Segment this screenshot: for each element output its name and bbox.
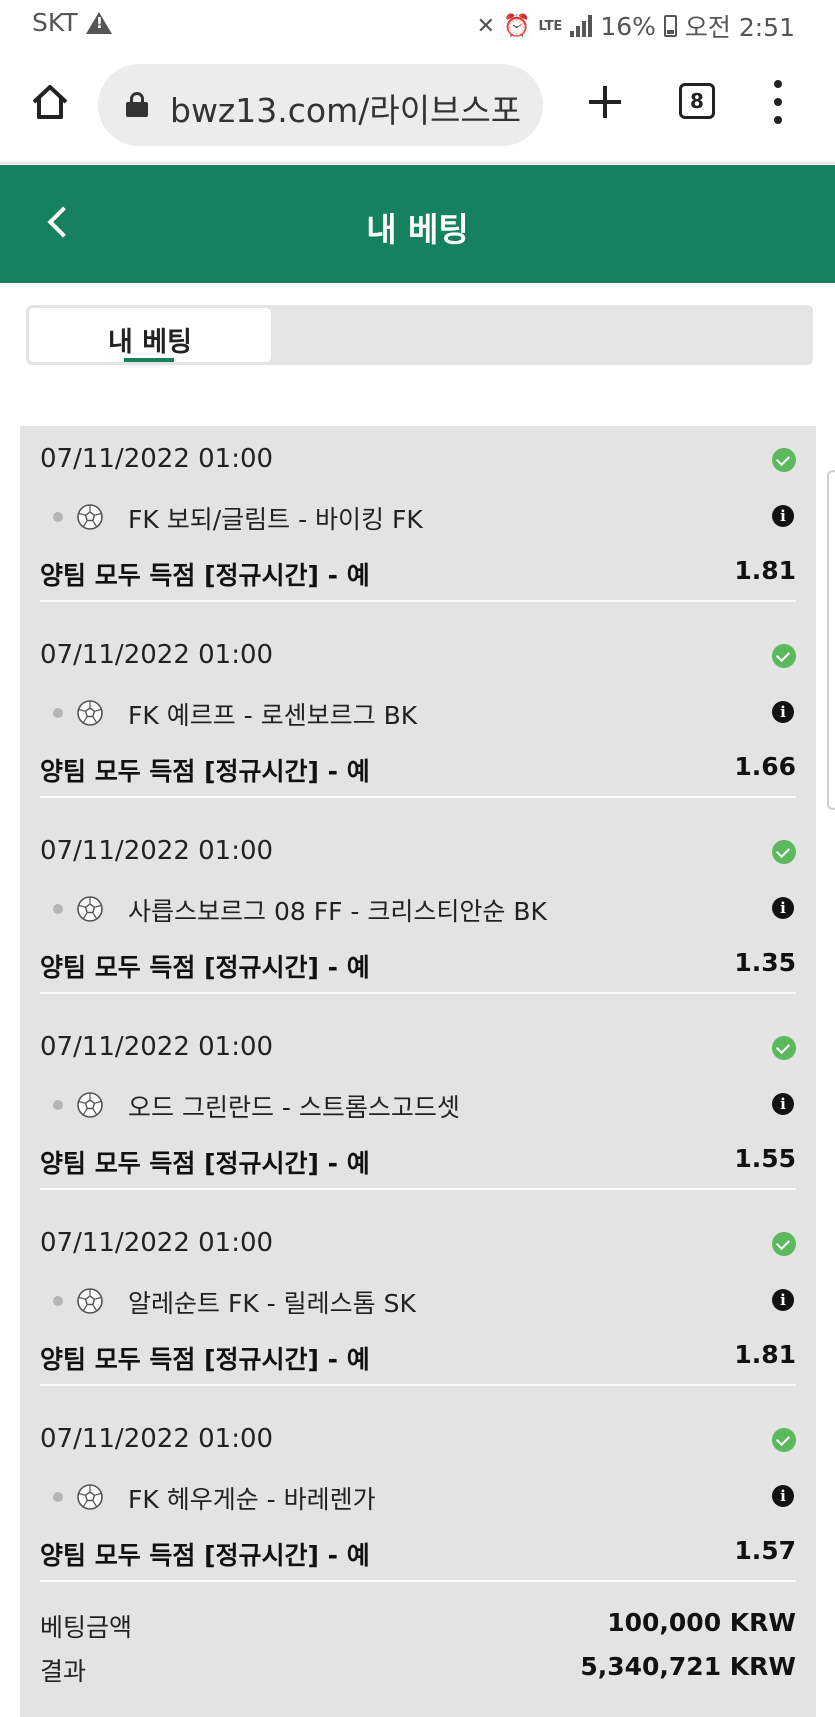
bet-odds: 1.66 bbox=[734, 752, 796, 781]
status-dot-icon bbox=[53, 904, 63, 914]
bet-odds: 1.81 bbox=[734, 556, 796, 585]
bet-market: 양팀 모두 득점 [정규시간] - 예 bbox=[40, 1149, 370, 1178]
tab-switcher-button[interactable]: 8 bbox=[679, 83, 715, 119]
check-icon bbox=[772, 448, 796, 472]
info-icon[interactable]: i bbox=[772, 1093, 794, 1115]
url-bar[interactable]: bwz13.com/라이브스포 bbox=[98, 64, 543, 146]
lte-label: LTE bbox=[538, 18, 563, 34]
bet-odds: 1.81 bbox=[734, 1340, 796, 1369]
mute-vibrate-icon: ✕ bbox=[476, 13, 496, 39]
bet-match: 사릅스보르그 08 FF - 크리스티안순 BK bbox=[128, 897, 547, 926]
bet-market: 양팀 모두 득점 [정규시간] - 예 bbox=[40, 561, 370, 590]
stake-row: 베팅금액 100,000 KRW bbox=[20, 1608, 816, 1648]
more-menu-button[interactable] bbox=[768, 80, 788, 124]
divider bbox=[40, 1384, 796, 1386]
bet-item: 07/11/2022 01:00 알레순트 FK - 릴레스톰 SK i 양팀 … bbox=[20, 1210, 816, 1406]
info-icon[interactable]: i bbox=[772, 505, 794, 527]
bet-item: 07/11/2022 01:00 FK 헤우게순 - 바레렌가 i 양팀 모두 … bbox=[20, 1406, 816, 1602]
stake-value: 100,000 KRW bbox=[607, 1608, 796, 1637]
info-icon[interactable]: i bbox=[772, 1289, 794, 1311]
stake-label: 베팅금액 bbox=[40, 1613, 133, 1642]
lock-icon bbox=[126, 92, 148, 117]
bet-item: 07/11/2022 01:00 FK 보되/글림트 - 바이킹 FK i 양팀… bbox=[20, 426, 816, 622]
tab-label: 내 베팅 bbox=[108, 327, 192, 358]
page-title: 내 베팅 bbox=[366, 210, 469, 249]
browser-toolbar: bwz13.com/라이브스포 8 bbox=[0, 52, 835, 164]
info-icon[interactable]: i bbox=[772, 897, 794, 919]
bet-item: 07/11/2022 01:00 오드 그린란드 - 스트롬스고드셋 i 양팀 … bbox=[20, 1014, 816, 1210]
soccer-ball-icon bbox=[77, 700, 103, 726]
home-button[interactable] bbox=[30, 82, 70, 122]
divider bbox=[40, 796, 796, 798]
check-icon bbox=[772, 1036, 796, 1060]
divider bbox=[40, 1580, 796, 1582]
tab-active-indicator bbox=[124, 358, 174, 362]
bet-match: FK 보되/글림트 - 바이킹 FK bbox=[128, 505, 423, 534]
status-indicators: ✕ ⏰ LTE 16% 오전 2:51 bbox=[477, 8, 795, 44]
alarm-icon: ⏰ bbox=[503, 13, 531, 39]
bet-item: 07/11/2022 01:00 사릅스보르그 08 FF - 크리스티안순 B… bbox=[20, 818, 816, 1014]
info-icon[interactable]: i bbox=[772, 1485, 794, 1507]
tab-my-bets[interactable]: 내 베팅 bbox=[29, 308, 271, 362]
bet-odds: 1.55 bbox=[734, 1144, 796, 1173]
bet-match: 오드 그린란드 - 스트롬스고드셋 bbox=[128, 1093, 460, 1122]
divider bbox=[40, 1188, 796, 1190]
soccer-ball-icon bbox=[77, 1484, 103, 1510]
bet-date: 07/11/2022 01:00 bbox=[40, 836, 274, 866]
soccer-ball-icon bbox=[77, 1288, 103, 1314]
result-row: 결과 5,340,721 KRW bbox=[20, 1652, 816, 1692]
bet-match: FK 헤우게순 - 바레렌가 bbox=[128, 1485, 376, 1514]
status-dot-icon bbox=[53, 1100, 63, 1110]
bet-market: 양팀 모두 득점 [정규시간] - 예 bbox=[40, 1345, 370, 1374]
bet-market: 양팀 모두 득점 [정규시간] - 예 bbox=[40, 1541, 370, 1570]
bet-list: 07/11/2022 01:00 FK 보되/글림트 - 바이킹 FK i 양팀… bbox=[20, 426, 816, 1717]
bet-market: 양팀 모두 득점 [정규시간] - 예 bbox=[40, 757, 370, 786]
info-icon[interactable]: i bbox=[772, 701, 794, 723]
status-bar: SKT ✕ ⏰ LTE 16% 오전 2:51 bbox=[0, 0, 835, 52]
check-icon bbox=[772, 1428, 796, 1452]
status-dot-icon bbox=[53, 708, 63, 718]
tab-bar: 내 베팅 bbox=[26, 305, 813, 365]
bet-odds: 1.35 bbox=[734, 948, 796, 977]
bet-date: 07/11/2022 01:00 bbox=[40, 1032, 274, 1062]
divider bbox=[40, 600, 796, 602]
bet-date: 07/11/2022 01:00 bbox=[40, 444, 274, 474]
result-label: 결과 bbox=[40, 1657, 87, 1686]
bet-market: 양팀 모두 득점 [정규시간] - 예 bbox=[40, 953, 370, 982]
status-dot-icon bbox=[53, 512, 63, 522]
signal-icon bbox=[570, 15, 593, 37]
battery-icon bbox=[663, 15, 677, 37]
result-value: 5,340,721 KRW bbox=[580, 1652, 796, 1681]
carrier-label: SKT bbox=[32, 8, 78, 37]
bet-match: 알레순트 FK - 릴레스톰 SK bbox=[128, 1289, 416, 1318]
bet-date: 07/11/2022 01:00 bbox=[40, 1228, 274, 1258]
new-tab-button[interactable] bbox=[585, 82, 625, 122]
soccer-ball-icon bbox=[77, 504, 103, 530]
soccer-ball-icon bbox=[77, 896, 103, 922]
status-time: 오전 2:51 bbox=[684, 13, 795, 42]
app-header: 내 베팅 bbox=[0, 165, 835, 283]
divider bbox=[40, 992, 796, 994]
bet-date: 07/11/2022 01:00 bbox=[40, 1424, 274, 1454]
status-dot-icon bbox=[53, 1296, 63, 1306]
bet-match: FK 예르프 - 로센보르그 BK bbox=[128, 701, 418, 730]
url-text: bwz13.com/라이브스포 bbox=[170, 91, 522, 130]
home-icon bbox=[32, 85, 68, 119]
warning-icon bbox=[86, 12, 112, 34]
bet-date: 07/11/2022 01:00 bbox=[40, 640, 274, 670]
scroll-handle[interactable] bbox=[827, 470, 835, 810]
battery-percent: 16% bbox=[600, 11, 656, 41]
status-dot-icon bbox=[53, 1492, 63, 1502]
check-icon bbox=[772, 840, 796, 864]
check-icon bbox=[772, 644, 796, 668]
bet-item: 07/11/2022 01:00 FK 예르프 - 로센보르그 BK i 양팀 … bbox=[20, 622, 816, 818]
bet-odds: 1.57 bbox=[734, 1536, 796, 1565]
check-icon bbox=[772, 1232, 796, 1256]
soccer-ball-icon bbox=[77, 1092, 103, 1118]
